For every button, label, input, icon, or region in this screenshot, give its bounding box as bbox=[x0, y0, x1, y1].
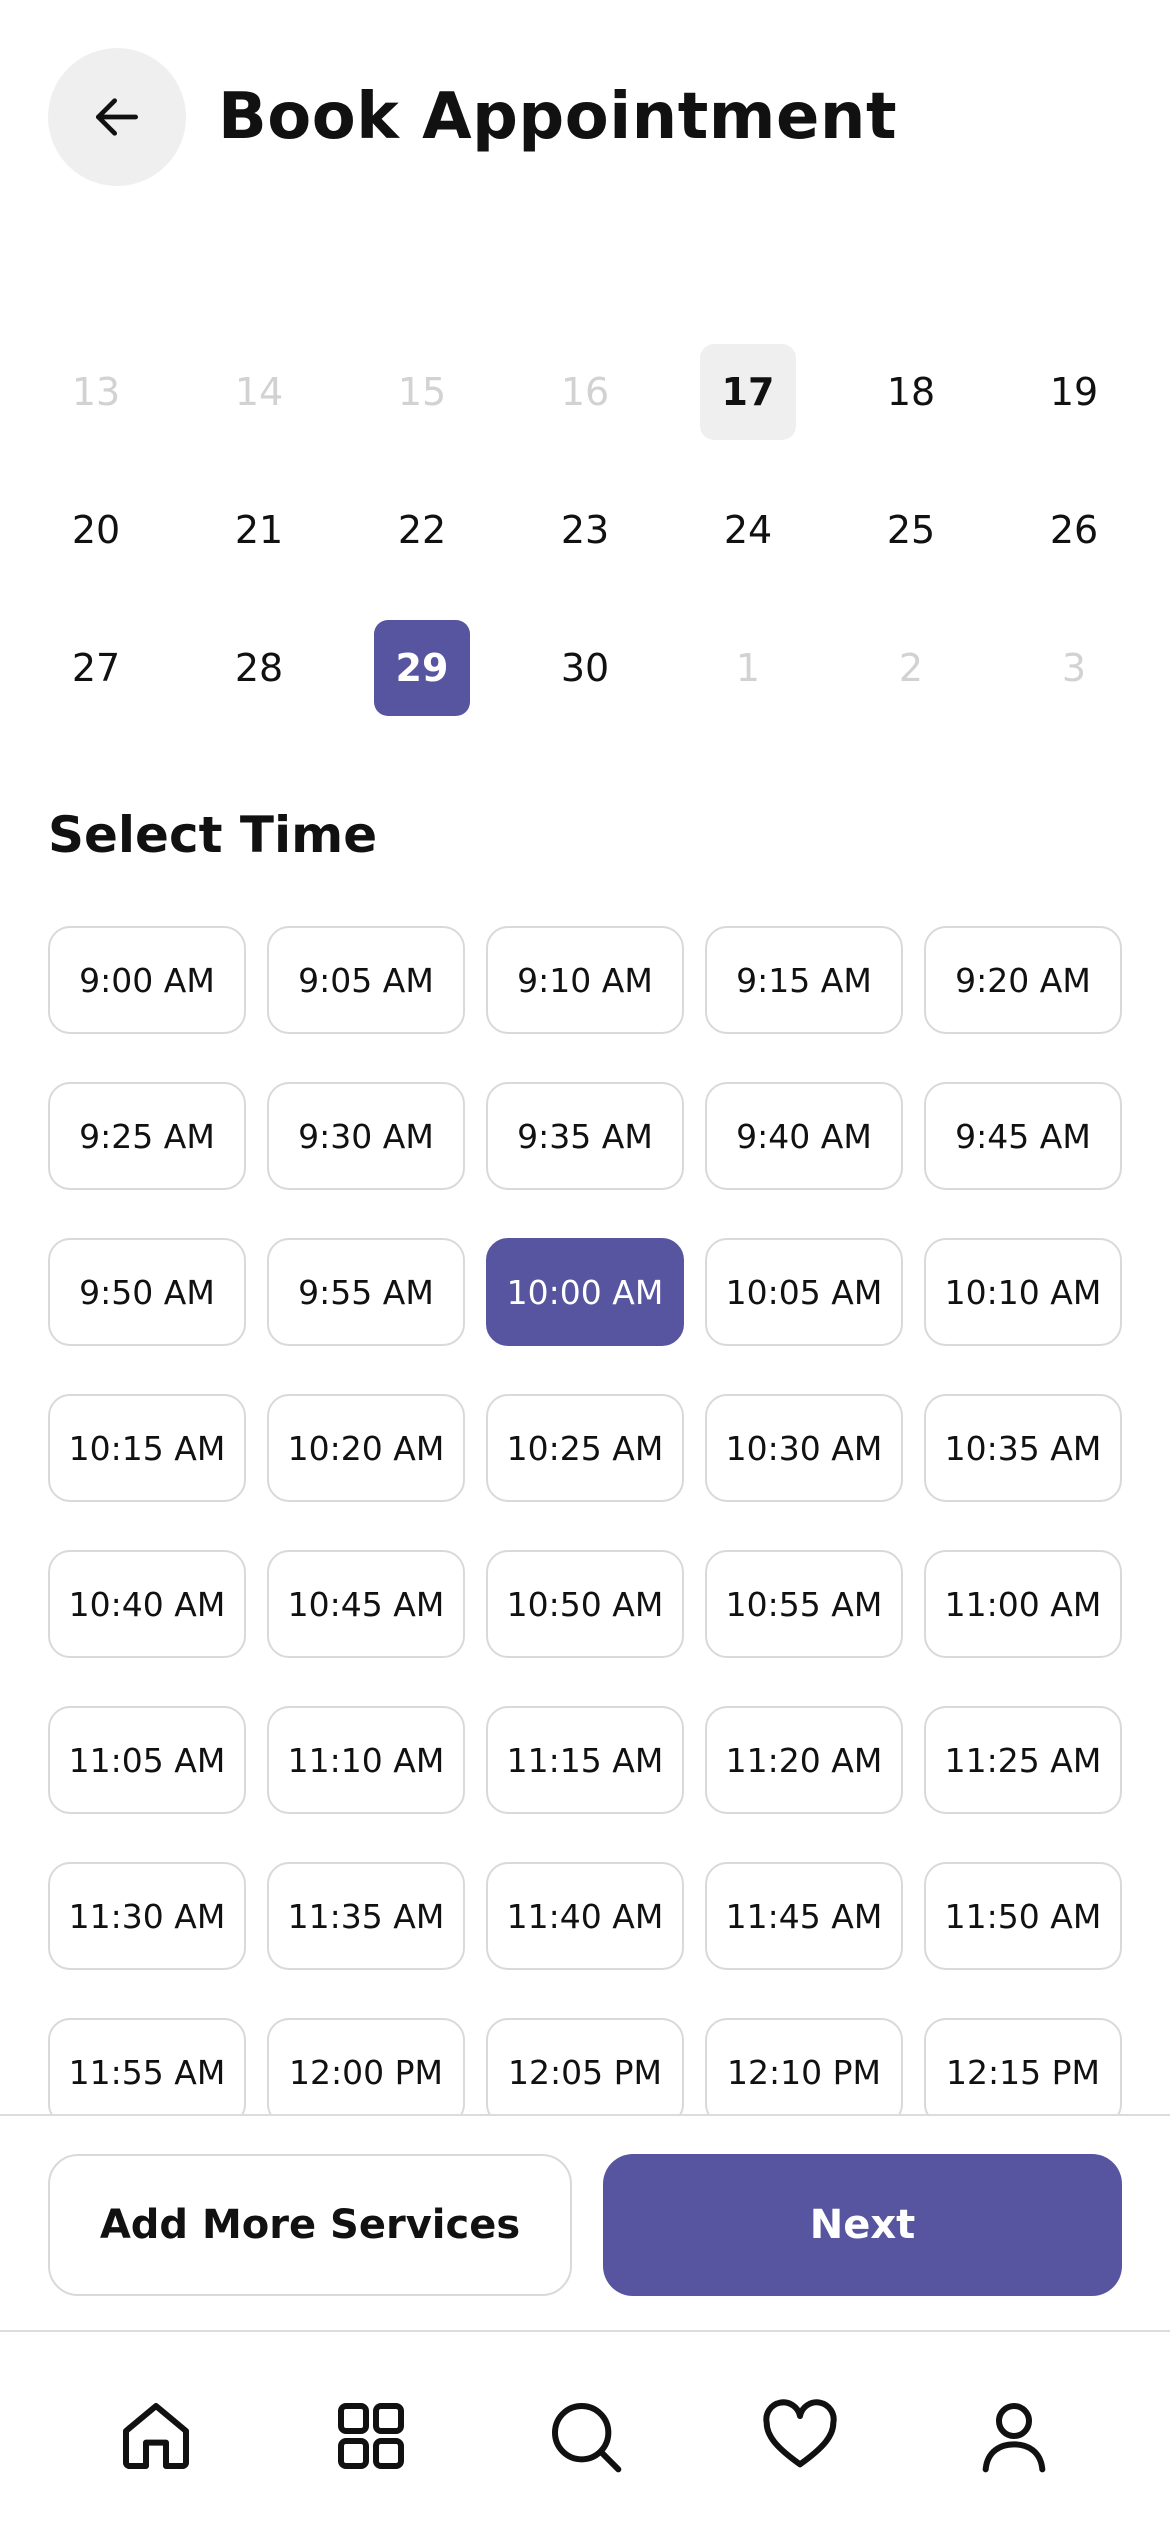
time-slot[interactable]: 11:05 AM bbox=[48, 1706, 246, 1814]
time-slot[interactable]: 10:45 AM bbox=[267, 1550, 465, 1658]
calendar-day[interactable]: 22 bbox=[374, 482, 470, 578]
time-slot[interactable]: 11:30 AM bbox=[48, 1862, 246, 1970]
tab-categories[interactable] bbox=[321, 2386, 421, 2486]
calendar-day[interactable]: 30 bbox=[537, 620, 633, 716]
time-slot[interactable]: 10:35 AM bbox=[924, 1394, 1122, 1502]
time-slot[interactable]: 9:30 AM bbox=[267, 1082, 465, 1190]
time-slot[interactable]: 10:40 AM bbox=[48, 1550, 246, 1658]
time-slot[interactable]: 11:35 AM bbox=[267, 1862, 465, 1970]
header: Book Appointment bbox=[0, 0, 1170, 232]
time-slot[interactable]: 11:00 AM bbox=[924, 1550, 1122, 1658]
heart-icon bbox=[763, 2399, 837, 2468]
time-slot[interactable]: 10:25 AM bbox=[486, 1394, 684, 1502]
time-slot[interactable]: 11:50 AM bbox=[924, 1862, 1122, 1970]
calendar-week: 27 28 29 30 1 2 3 bbox=[0, 620, 1170, 720]
tab-bar bbox=[0, 2332, 1170, 2532]
calendar-day-today[interactable]: 17 bbox=[700, 344, 796, 440]
time-slot-selected[interactable]: 10:00 AM bbox=[486, 1238, 684, 1346]
calendar-day: 14 bbox=[234, 370, 284, 414]
bottom-action-bar: Add More Services Next bbox=[0, 2114, 1170, 2332]
time-slot[interactable]: 10:10 AM bbox=[924, 1238, 1122, 1346]
time-slot[interactable]: 9:05 AM bbox=[267, 926, 465, 1034]
time-slot[interactable]: 11:15 AM bbox=[486, 1706, 684, 1814]
calendar-day[interactable]: 25 bbox=[863, 482, 959, 578]
back-button[interactable] bbox=[48, 48, 186, 186]
time-slot[interactable]: 11:55 AM bbox=[48, 2018, 246, 2114]
calendar-day: 11 bbox=[863, 232, 959, 250]
tab-home[interactable] bbox=[106, 2386, 206, 2486]
calendar-day: 13 bbox=[71, 370, 121, 414]
time-slot[interactable]: 11:20 AM bbox=[705, 1706, 903, 1814]
time-slot[interactable]: 11:40 AM bbox=[486, 1862, 684, 1970]
calendar-day[interactable]: 28 bbox=[211, 620, 307, 716]
time-slot[interactable]: 9:45 AM bbox=[924, 1082, 1122, 1190]
time-slot[interactable]: 9:15 AM bbox=[705, 926, 903, 1034]
time-slot[interactable]: 9:35 AM bbox=[486, 1082, 684, 1190]
grid-icon bbox=[338, 2403, 404, 2469]
calendar-day: 16 bbox=[560, 370, 610, 414]
time-slot[interactable]: 11:10 AM bbox=[267, 1706, 465, 1814]
calendar-day[interactable]: 26 bbox=[1026, 482, 1122, 578]
time-slot[interactable]: 10:30 AM bbox=[705, 1394, 903, 1502]
calendar-day[interactable]: 23 bbox=[537, 482, 633, 578]
calendar-day[interactable]: 21 bbox=[211, 482, 307, 578]
calendar-day[interactable]: 27 bbox=[48, 620, 144, 716]
time-slot[interactable]: 12:15 PM bbox=[924, 2018, 1122, 2114]
calendar-day[interactable]: 19 bbox=[1026, 344, 1122, 440]
calendar-day-selected[interactable]: 29 bbox=[374, 620, 470, 716]
time-slot[interactable]: 10:05 AM bbox=[705, 1238, 903, 1346]
tab-favorites[interactable] bbox=[750, 2386, 850, 2486]
calendar-day: 15 bbox=[397, 370, 447, 414]
time-slot[interactable]: 10:20 AM bbox=[267, 1394, 465, 1502]
time-slot[interactable]: 10:15 AM bbox=[48, 1394, 246, 1502]
calendar-day: 6 bbox=[48, 232, 144, 250]
next-button[interactable]: Next bbox=[603, 2154, 1122, 2296]
search-icon bbox=[552, 2403, 622, 2473]
calendar-day[interactable]: 18 bbox=[863, 344, 959, 440]
calendar-day: 12 bbox=[1026, 232, 1122, 250]
tab-search[interactable] bbox=[535, 2386, 635, 2486]
time-slot[interactable]: 9:20 AM bbox=[924, 926, 1122, 1034]
time-slot[interactable]: 11:45 AM bbox=[705, 1862, 903, 1970]
calendar-day: 10 bbox=[700, 232, 796, 250]
time-slot[interactable]: 9:50 AM bbox=[48, 1238, 246, 1346]
page-title: Book Appointment bbox=[218, 80, 898, 154]
time-slot[interactable]: 11:25 AM bbox=[924, 1706, 1122, 1814]
time-slot-grid: 9:00 AM 9:05 AM 9:10 AM 9:15 AM 9:20 AM 9:25 … bbox=[48, 926, 1122, 2114]
calendar-day[interactable]: 24 bbox=[700, 482, 796, 578]
home-icon bbox=[123, 2403, 189, 2469]
calendar-week: 13 14 15 16 17 18 19 bbox=[0, 344, 1170, 444]
arrow-left-icon bbox=[96, 98, 139, 136]
time-slot[interactable]: 12:10 PM bbox=[705, 2018, 903, 2114]
time-slot[interactable]: 9:00 AM bbox=[48, 926, 246, 1034]
time-slot[interactable]: 9:55 AM bbox=[267, 1238, 465, 1346]
time-slot[interactable]: 9:40 AM bbox=[705, 1082, 903, 1190]
time-slot[interactable]: 10:55 AM bbox=[705, 1550, 903, 1658]
add-more-services-button[interactable]: Add More Services bbox=[48, 2154, 572, 2296]
select-time-title: Select Time bbox=[48, 806, 378, 864]
time-slot[interactable]: 10:50 AM bbox=[486, 1550, 684, 1658]
calendar-week-partial: 6 7 8 9 10 11 12 bbox=[0, 232, 1170, 254]
time-slot[interactable]: 9:25 AM bbox=[48, 1082, 246, 1190]
calendar-day: 1 bbox=[735, 646, 761, 690]
calendar-day: 9 bbox=[537, 232, 633, 250]
calendar-day: 8 bbox=[374, 232, 470, 250]
calendar-day: 2 bbox=[898, 646, 924, 690]
time-slot[interactable]: 9:10 AM bbox=[486, 926, 684, 1034]
time-slot[interactable]: 12:00 PM bbox=[267, 2018, 465, 2114]
calendar-day[interactable]: 20 bbox=[48, 482, 144, 578]
user-icon bbox=[982, 2403, 1046, 2473]
time-slot[interactable]: 12:05 PM bbox=[486, 2018, 684, 2114]
calendar-day: 7 bbox=[211, 232, 307, 250]
calendar-grid: 6789101112131415161718192021222324252627… bbox=[0, 232, 1170, 752]
calendar-day: 3 bbox=[1061, 646, 1087, 690]
tab-profile[interactable] bbox=[964, 2386, 1064, 2486]
calendar-week: 20 21 22 23 24 25 26 bbox=[0, 482, 1170, 582]
